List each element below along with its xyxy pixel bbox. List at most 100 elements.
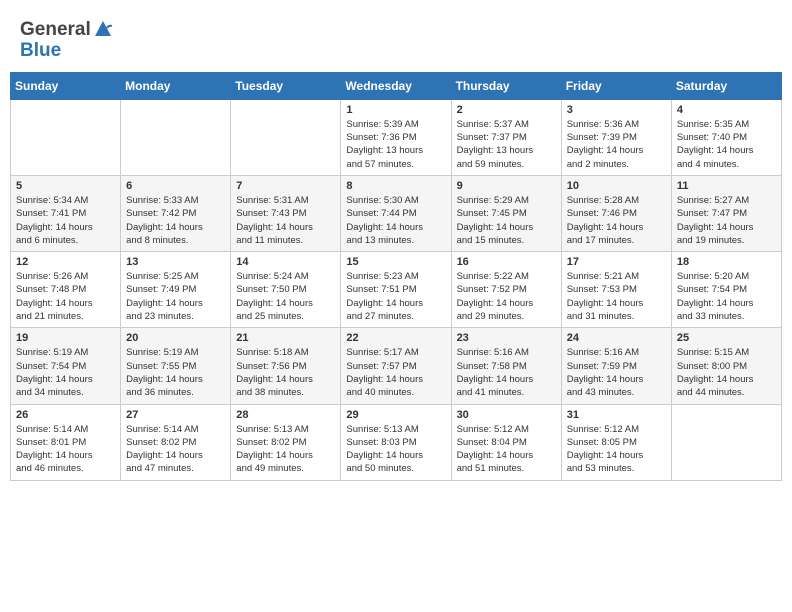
day-number: 22: [346, 332, 445, 344]
day-number: 3: [567, 104, 666, 116]
cell-text-line: Daylight: 14 hours: [457, 373, 556, 386]
cell-text-line: Sunrise: 5:25 AM: [126, 270, 225, 283]
calendar-cell: 11Sunrise: 5:27 AMSunset: 7:47 PMDayligh…: [671, 175, 781, 251]
cell-text-line: Daylight: 14 hours: [346, 297, 445, 310]
calendar-cell: 5Sunrise: 5:34 AMSunset: 7:41 PMDaylight…: [11, 175, 121, 251]
day-number: 9: [457, 180, 556, 192]
calendar-cell: 2Sunrise: 5:37 AMSunset: 7:37 PMDaylight…: [451, 99, 561, 175]
cell-text-line: Sunrise: 5:14 AM: [126, 423, 225, 436]
cell-text-line: Sunrise: 5:37 AM: [457, 118, 556, 131]
logo: General Blue: [20, 20, 113, 62]
cell-text-line: Sunrise: 5:29 AM: [457, 194, 556, 207]
day-number: 5: [16, 180, 115, 192]
cell-text-line: Sunrise: 5:13 AM: [346, 423, 445, 436]
calendar-table: SundayMondayTuesdayWednesdayThursdayFrid…: [10, 72, 782, 481]
logo-general-text: General: [20, 20, 91, 41]
cell-text-line: Daylight: 14 hours: [126, 221, 225, 234]
calendar-cell: 3Sunrise: 5:36 AMSunset: 7:39 PMDaylight…: [561, 99, 671, 175]
cell-text-line: Sunset: 7:45 PM: [457, 207, 556, 220]
cell-text-line: Sunset: 7:46 PM: [567, 207, 666, 220]
calendar-cell: [121, 99, 231, 175]
cell-text-line: and 50 minutes.: [346, 462, 445, 475]
cell-text-line: Sunset: 7:41 PM: [16, 207, 115, 220]
cell-text-line: Sunrise: 5:35 AM: [677, 118, 776, 131]
day-number: 26: [16, 409, 115, 421]
cell-text-line: and 17 minutes.: [567, 234, 666, 247]
cell-text-line: Sunrise: 5:13 AM: [236, 423, 335, 436]
calendar-cell: 1Sunrise: 5:39 AMSunset: 7:36 PMDaylight…: [341, 99, 451, 175]
cell-text-line: and 51 minutes.: [457, 462, 556, 475]
cell-text-line: Sunrise: 5:27 AM: [677, 194, 776, 207]
cell-text-line: Daylight: 14 hours: [126, 373, 225, 386]
cell-text-line: Daylight: 14 hours: [567, 297, 666, 310]
day-number: 31: [567, 409, 666, 421]
cell-text-line: Daylight: 14 hours: [677, 144, 776, 157]
cell-text-line: and 11 minutes.: [236, 234, 335, 247]
day-header-wednesday: Wednesday: [341, 72, 451, 99]
calendar-cell: [671, 404, 781, 480]
logo-blue-text: Blue: [20, 41, 61, 62]
cell-text-line: Sunrise: 5:26 AM: [16, 270, 115, 283]
cell-text-line: and 4 minutes.: [677, 158, 776, 171]
cell-text-line: Sunset: 7:43 PM: [236, 207, 335, 220]
cell-text-line: Daylight: 14 hours: [567, 449, 666, 462]
day-number: 30: [457, 409, 556, 421]
cell-text-line: Sunrise: 5:17 AM: [346, 346, 445, 359]
day-number: 2: [457, 104, 556, 116]
calendar-cell: 25Sunrise: 5:15 AMSunset: 8:00 PMDayligh…: [671, 328, 781, 404]
cell-text-line: Daylight: 14 hours: [457, 297, 556, 310]
cell-text-line: Sunrise: 5:12 AM: [457, 423, 556, 436]
calendar-week-1: 1Sunrise: 5:39 AMSunset: 7:36 PMDaylight…: [11, 99, 782, 175]
calendar-cell: 10Sunrise: 5:28 AMSunset: 7:46 PMDayligh…: [561, 175, 671, 251]
cell-text-line: Daylight: 14 hours: [567, 221, 666, 234]
day-number: 12: [16, 256, 115, 268]
cell-text-line: Sunrise: 5:22 AM: [457, 270, 556, 283]
calendar-cell: 28Sunrise: 5:13 AMSunset: 8:02 PMDayligh…: [231, 404, 341, 480]
cell-text-line: Daylight: 13 hours: [346, 144, 445, 157]
cell-text-line: and 43 minutes.: [567, 386, 666, 399]
cell-text-line: Daylight: 14 hours: [126, 449, 225, 462]
calendar-cell: 18Sunrise: 5:20 AMSunset: 7:54 PMDayligh…: [671, 252, 781, 328]
cell-text-line: and 41 minutes.: [457, 386, 556, 399]
cell-text-line: Sunset: 7:54 PM: [16, 360, 115, 373]
cell-text-line: and 19 minutes.: [677, 234, 776, 247]
calendar-week-4: 19Sunrise: 5:19 AMSunset: 7:54 PMDayligh…: [11, 328, 782, 404]
calendar-cell: 6Sunrise: 5:33 AMSunset: 7:42 PMDaylight…: [121, 175, 231, 251]
day-number: 1: [346, 104, 445, 116]
cell-text-line: Daylight: 14 hours: [677, 297, 776, 310]
day-number: 18: [677, 256, 776, 268]
cell-text-line: Sunrise: 5:39 AM: [346, 118, 445, 131]
cell-text-line: Sunset: 7:51 PM: [346, 283, 445, 296]
cell-text-line: and 15 minutes.: [457, 234, 556, 247]
cell-text-line: and 8 minutes.: [126, 234, 225, 247]
cell-text-line: Sunset: 7:39 PM: [567, 131, 666, 144]
calendar-cell: 8Sunrise: 5:30 AMSunset: 7:44 PMDaylight…: [341, 175, 451, 251]
cell-text-line: Daylight: 13 hours: [457, 144, 556, 157]
cell-text-line: and 36 minutes.: [126, 386, 225, 399]
calendar-week-5: 26Sunrise: 5:14 AMSunset: 8:01 PMDayligh…: [11, 404, 782, 480]
cell-text-line: Sunrise: 5:36 AM: [567, 118, 666, 131]
cell-text-line: Sunset: 8:02 PM: [126, 436, 225, 449]
page-header: General Blue: [10, 10, 782, 67]
cell-text-line: Sunset: 7:42 PM: [126, 207, 225, 220]
cell-text-line: and 38 minutes.: [236, 386, 335, 399]
cell-text-line: Sunset: 8:02 PM: [236, 436, 335, 449]
calendar-cell: 4Sunrise: 5:35 AMSunset: 7:40 PMDaylight…: [671, 99, 781, 175]
day-number: 15: [346, 256, 445, 268]
cell-text-line: Sunset: 7:40 PM: [677, 131, 776, 144]
cell-text-line: Daylight: 14 hours: [346, 221, 445, 234]
day-number: 14: [236, 256, 335, 268]
cell-text-line: Sunrise: 5:20 AM: [677, 270, 776, 283]
day-header-thursday: Thursday: [451, 72, 561, 99]
cell-text-line: Daylight: 14 hours: [346, 373, 445, 386]
calendar-cell: 13Sunrise: 5:25 AMSunset: 7:49 PMDayligh…: [121, 252, 231, 328]
calendar-cell: 9Sunrise: 5:29 AMSunset: 7:45 PMDaylight…: [451, 175, 561, 251]
calendar-cell: 21Sunrise: 5:18 AMSunset: 7:56 PMDayligh…: [231, 328, 341, 404]
cell-text-line: Sunset: 7:55 PM: [126, 360, 225, 373]
calendar-cell: 30Sunrise: 5:12 AMSunset: 8:04 PMDayligh…: [451, 404, 561, 480]
day-number: 6: [126, 180, 225, 192]
cell-text-line: and 34 minutes.: [16, 386, 115, 399]
cell-text-line: Sunset: 7:58 PM: [457, 360, 556, 373]
day-header-tuesday: Tuesday: [231, 72, 341, 99]
cell-text-line: and 47 minutes.: [126, 462, 225, 475]
